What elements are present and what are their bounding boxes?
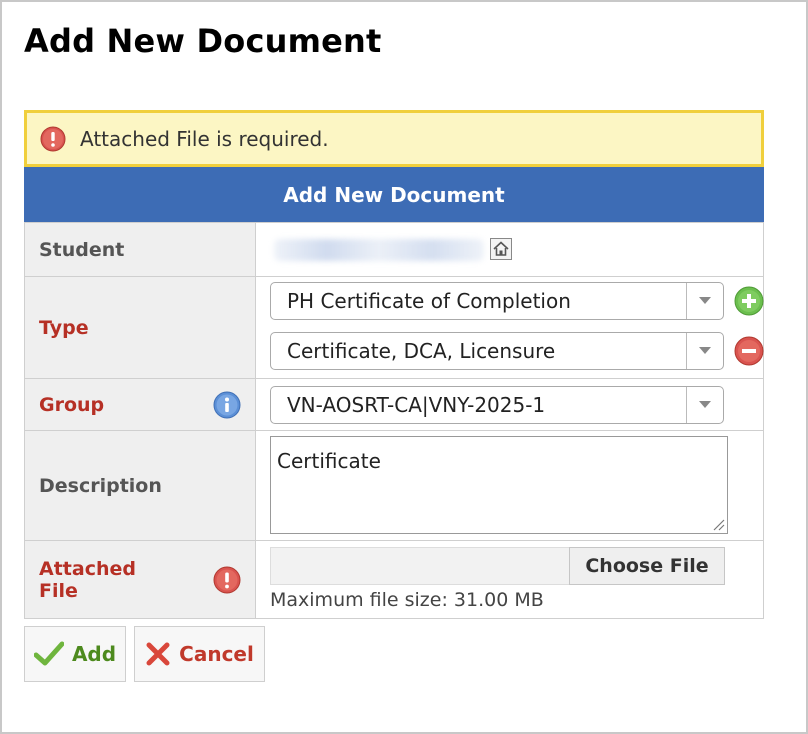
- page-title: Add New Document: [24, 22, 382, 60]
- group-row: Group VN-AOSRT-CA|VNY-2025-1: [24, 378, 764, 431]
- group-select-value: VN-AOSRT-CA|VNY-2025-1: [287, 393, 546, 417]
- error-icon: [40, 126, 66, 151]
- choose-file-button[interactable]: Choose File: [569, 547, 725, 585]
- description-field: Certificate: [255, 430, 764, 541]
- cancel-button-label: Cancel: [179, 642, 254, 666]
- type-select-primary[interactable]: PH Certificate of Completion: [270, 282, 724, 320]
- group-field: VN-AOSRT-CA|VNY-2025-1: [255, 378, 764, 431]
- description-label: Description: [24, 430, 256, 541]
- resize-grip-icon[interactable]: [711, 517, 725, 531]
- cancel-button[interactable]: Cancel: [134, 626, 265, 682]
- student-name-redacted: [274, 239, 484, 261]
- description-text: Certificate: [277, 449, 381, 473]
- student-field: [255, 222, 764, 277]
- plus-circle-icon[interactable]: [734, 286, 764, 316]
- type-select-secondary-value: Certificate, DCA, Licensure: [287, 339, 556, 363]
- close-icon: [146, 642, 170, 666]
- group-select[interactable]: VN-AOSRT-CA|VNY-2025-1: [270, 386, 724, 424]
- description-row: Description Certificate: [24, 430, 764, 541]
- info-icon[interactable]: [213, 391, 241, 419]
- home-icon[interactable]: [490, 238, 512, 260]
- checkmark-icon: [33, 641, 64, 666]
- type-field: PH Certificate of Completion Certificate…: [255, 276, 764, 379]
- student-row: Student: [24, 222, 764, 277]
- group-label: Group: [39, 393, 105, 416]
- type-label: Type: [24, 276, 256, 379]
- description-textarea[interactable]: Certificate: [270, 436, 728, 534]
- form-header: Add New Document: [24, 167, 764, 222]
- file-name-box[interactable]: [270, 547, 570, 585]
- chevron-down-icon: [686, 283, 723, 319]
- add-button-label: Add: [71, 642, 117, 666]
- student-label: Student: [24, 222, 256, 277]
- max-file-size-hint: Maximum file size: 31.00 MB: [270, 589, 544, 611]
- document-form: Student Type PH Certificate of Completio…: [24, 222, 764, 619]
- chevron-down-icon: [686, 333, 723, 369]
- error-alert: Attached File is required.: [24, 110, 764, 167]
- type-select-primary-value: PH Certificate of Completion: [287, 289, 571, 313]
- add-button[interactable]: Add: [24, 626, 126, 682]
- type-select-secondary[interactable]: Certificate, DCA, Licensure: [270, 332, 724, 370]
- alert-message: Attached File is required.: [80, 126, 329, 151]
- chevron-down-icon: [686, 387, 723, 423]
- attached-file-label-cell: Attached File: [24, 540, 256, 619]
- attached-file-row: Attached File Choose File Maximum file s…: [24, 540, 764, 619]
- attached-file-field: Choose File Maximum file size: 31.00 MB: [255, 540, 764, 619]
- error-icon: [213, 566, 241, 593]
- group-label-cell: Group: [24, 378, 256, 431]
- type-row: Type PH Certificate of Completion Certif…: [24, 276, 764, 379]
- minus-circle-icon[interactable]: [734, 336, 764, 366]
